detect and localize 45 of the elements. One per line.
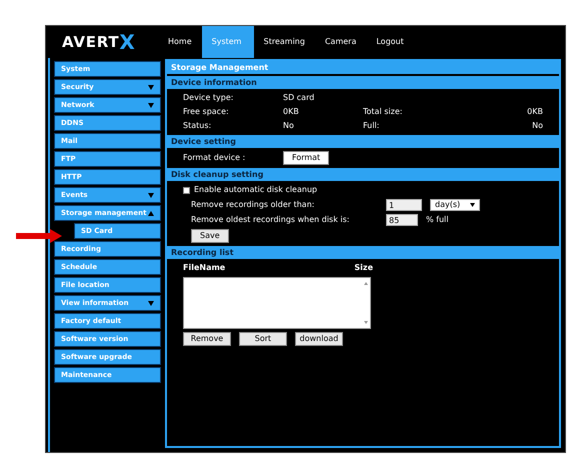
- checkbox-label: Enable automatic disk cleanup: [194, 184, 318, 196]
- caret-down-icon: [148, 192, 154, 198]
- section-header: Storage Management: [167, 61, 559, 74]
- checkbox[interactable]: [183, 186, 190, 194]
- field-value: 0KB: [283, 106, 299, 118]
- nav-tab[interactable]: Logout: [366, 26, 414, 58]
- caret-down-icon: [470, 203, 475, 207]
- nav-tab[interactable]: Streaming: [254, 26, 315, 58]
- section-header: Device setting: [167, 135, 559, 148]
- unit-label: % full: [426, 214, 448, 226]
- caret-down-icon: [148, 102, 154, 108]
- field-label: Format device :: [183, 152, 246, 164]
- dropdown[interactable]: day(s): [430, 199, 480, 211]
- list-button[interactable]: Remove: [183, 332, 231, 346]
- section-header: Recording list: [167, 246, 559, 259]
- caret-down-icon: [148, 84, 154, 90]
- field-label: Free space:: [183, 106, 230, 118]
- recording-listbox[interactable]: [183, 277, 371, 329]
- logo: AVERTX: [61, 29, 136, 56]
- list-button[interactable]: download: [295, 332, 343, 346]
- input-field[interactable]: 1: [386, 199, 422, 211]
- section-header: Disk cleanup setting: [167, 168, 559, 181]
- arrow-icon: [16, 229, 62, 243]
- field-label: Remove oldest recordings when disk is:: [191, 214, 350, 226]
- field-label: Status:: [183, 120, 212, 132]
- column-header: FileName: [183, 262, 226, 274]
- field-value: SD card: [283, 92, 314, 104]
- caret-down-icon: [148, 300, 154, 306]
- section-header: Device information: [167, 76, 559, 89]
- field-value: No: [283, 120, 294, 132]
- format-button[interactable]: Format: [283, 151, 330, 165]
- field-label: Remove recordings older than:: [191, 199, 316, 211]
- field-label: Total size:: [363, 106, 404, 118]
- column-header: Size: [354, 262, 373, 274]
- input-field[interactable]: 85: [386, 214, 418, 226]
- field-label: Full:: [363, 120, 380, 132]
- list-button[interactable]: Sort: [239, 332, 287, 346]
- caret-up-icon: [148, 210, 154, 216]
- field-value: 0KB: [527, 106, 543, 118]
- save-button[interactable]: Save: [191, 229, 229, 243]
- nav-tab[interactable]: System: [202, 26, 254, 58]
- nav-tab[interactable]: Camera: [314, 26, 366, 58]
- field-label: Device type:: [183, 92, 234, 104]
- nav-tab[interactable]: Home: [158, 26, 202, 58]
- field-value: No: [532, 120, 543, 132]
